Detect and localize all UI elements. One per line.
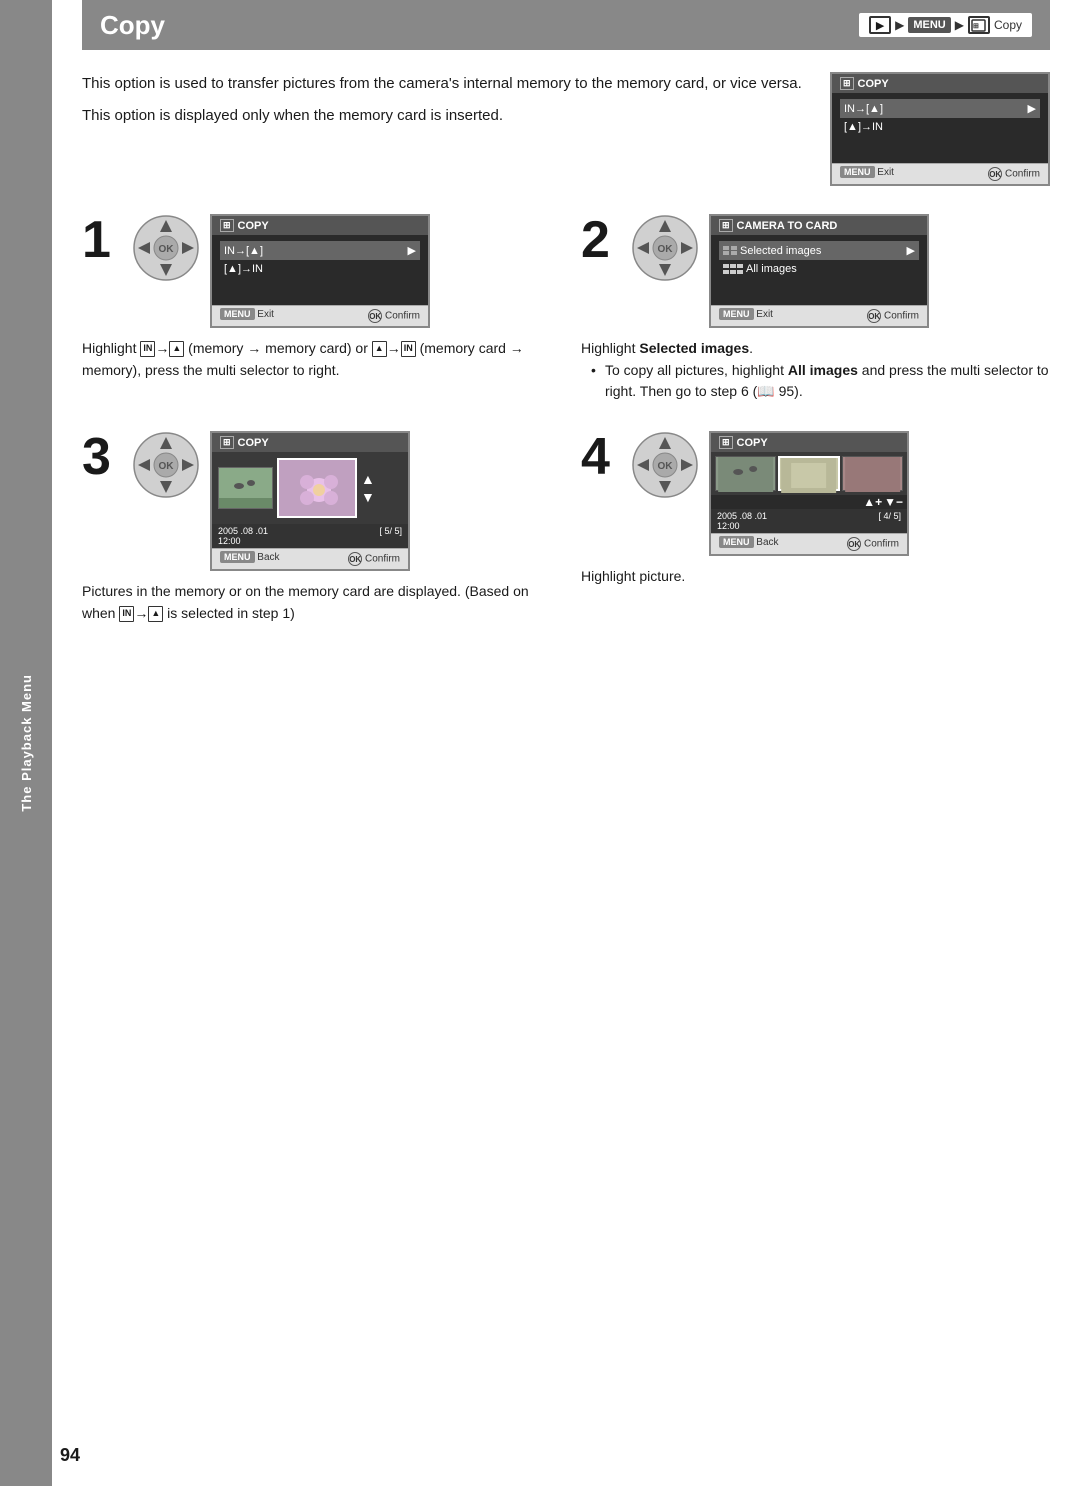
svg-text:⊞: ⊞ [973,23,979,30]
step-3-number: 3 [82,431,118,483]
step-3-description: Pictures in the memory or on the memory … [82,581,551,624]
step-3-images: ▲ ▼ [212,452,408,524]
step-2-content: OK ⊞ CAMERA TO CARD [631,214,929,328]
breadcrumb-copy-text: Copy [994,18,1022,32]
step-2-screen-body: Selected images ▶ [711,235,927,305]
step-3-content: OK ⊞ COPY [132,431,410,571]
top-screen-title: ⊞ COPY [832,74,1048,93]
step-4-screen-footer: MENU Back OK Confirm [711,533,907,554]
step-1-screen-body: IN→[▲] ▶ [▲]→IN [212,235,428,305]
step-2-header: 2 OK [581,214,1050,328]
step-3-arrows: ▲ ▼ [361,471,375,505]
intro-paragraph2: This option is displayed only when the m… [82,104,810,128]
step-4-screen: ⊞ COPY [709,431,909,556]
top-copy-screen: ⊞ COPY IN→[▲] ▶ [▲]→IN MENU Exit OK Conf… [830,72,1050,186]
intro-text: This option is used to transfer pictures… [82,72,810,186]
step-1-item1: IN→[▲] ▶ [220,241,420,260]
svg-text:OK: OK [658,244,674,255]
step-3-screen-footer: MENU Back OK Confirm [212,548,408,569]
top-item2: [▲]→IN [840,118,1040,136]
sidebar: The Playback Menu [0,0,52,1486]
step-2-bullet1: To copy all pictures, highlight All imag… [591,360,1050,403]
step-4-content: OK ⊞ COPY [631,431,909,556]
svg-text:OK: OK [159,244,175,255]
top-item1: IN→[▲] ▶ [840,99,1040,118]
step-1-screen-footer: MENU Exit OK Confirm [212,305,428,326]
step-1-header: 1 OK [82,214,551,328]
play-icon: ▶ [869,16,891,34]
step-4-arrows: ▲+ ▼− [711,495,907,509]
step-4-number: 4 [581,431,617,483]
step-4-images [711,452,907,495]
menu-label: MENU [908,17,950,33]
step-4-dpad: OK [631,431,699,499]
step-2: 2 OK [581,214,1050,407]
step-2-description: Highlight Selected images. To copy all p… [581,338,1050,407]
step-2-screen-title: ⊞ CAMERA TO CARD [711,216,927,235]
step-1-screen-title: ⊞ COPY [212,216,428,235]
top-screen-body: IN→[▲] ▶ [▲]→IN [832,93,1048,163]
step-3-dpad: OK [132,431,200,499]
step-1-item2: [▲]→IN [220,260,420,278]
arrow1: ▶ [895,18,904,32]
step-1-dpad: OK [132,214,200,282]
intro-paragraph1: This option is used to transfer pictures… [82,72,810,96]
steps-grid: 1 OK [82,214,1050,624]
step-3: 3 OK [82,431,551,624]
step-2-dpad: OK [631,214,699,282]
page-number: 94 [60,1445,80,1466]
copy-menu-icon: ⊞ [968,16,990,34]
sidebar-label: The Playback Menu [19,674,34,812]
breadcrumb: ▶ ▶ MENU ▶ ⊞ Copy [859,13,1032,37]
header-bar: Copy ▶ ▶ MENU ▶ ⊞ Copy [82,0,1050,50]
step-3-screen: ⊞ COPY [210,431,410,571]
top-screen-footer: MENU Exit OK Confirm [832,163,1048,184]
intro-section: This option is used to transfer pictures… [82,72,1050,186]
step-4: 4 OK [581,431,1050,624]
page-title: Copy [100,10,859,41]
step-2-screen: ⊞ CAMERA TO CARD [709,214,929,328]
step-4-thumb1 [715,456,776,491]
step-3-screen-title: ⊞ COPY [212,433,408,452]
step-3-header: 3 OK [82,431,551,571]
step-4-header: 4 OK [581,431,1050,556]
step-1: 1 OK [82,214,551,407]
step-3-info: 2005 .08 .01 12:00 [ 5/ 5] [212,524,408,548]
arrow2: ▶ [955,18,964,32]
step-3-thumb2-selected [277,458,357,518]
step-2-number: 2 [581,214,617,266]
step-4-screen-title: ⊞ COPY [711,433,907,452]
step-1-content: OK ⊞ COPY IN→[▲] ▶ [132,214,430,328]
step-2-screen-footer: MENU Exit OK Confirm [711,305,927,326]
step-4-thumb3 [842,456,903,491]
step-4-thumb2-selected [778,456,839,491]
step-1-description: Highlight IN→▲ (memory → memory card) or… [82,338,551,381]
svg-text:OK: OK [159,461,175,472]
step-2-bullets: To copy all pictures, highlight All imag… [581,360,1050,403]
step-4-description: Highlight picture. [581,566,1050,588]
step-4-info: 2005 .08 .01 12:00 [ 4/ 5] [711,509,907,533]
svg-text:OK: OK [658,461,674,472]
main-content: Copy ▶ ▶ MENU ▶ ⊞ Copy This option is us… [52,0,1080,664]
step-2-item2: All images [719,260,919,278]
step-1-screen: ⊞ COPY IN→[▲] ▶ [▲]→IN [210,214,430,328]
step-3-thumb1 [218,467,273,509]
step-1-number: 1 [82,214,118,266]
step-2-item1: Selected images ▶ [719,241,919,260]
